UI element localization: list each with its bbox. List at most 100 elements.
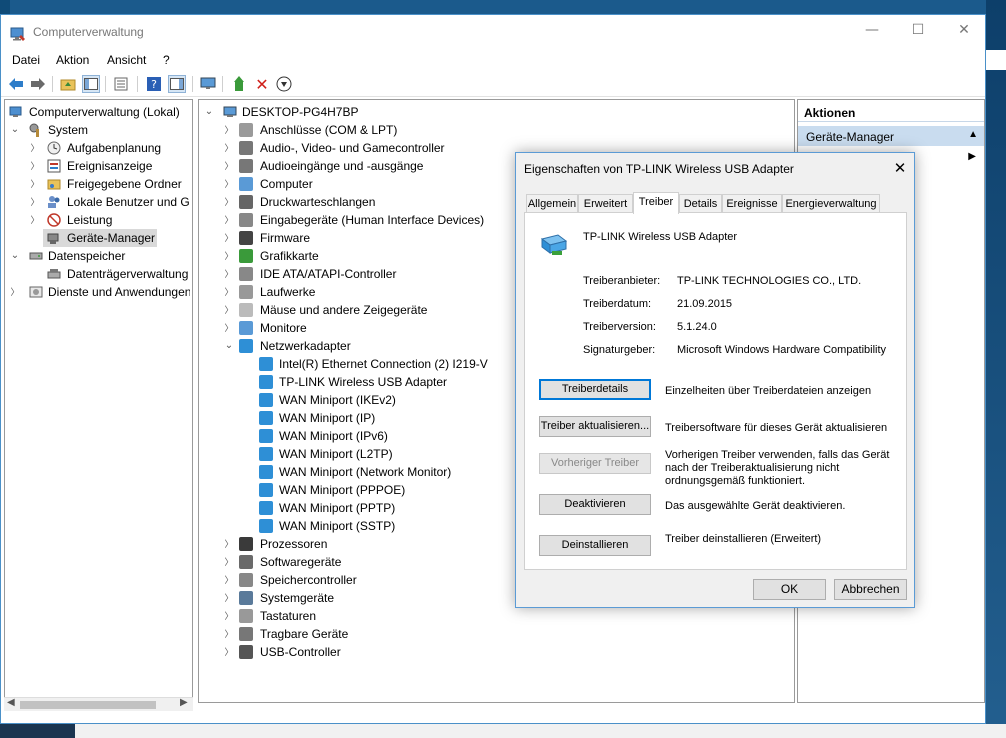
close-button[interactable]: ✕ <box>941 15 987 45</box>
tree-item-geraete-manager[interactable]: Geräte-Manager <box>43 229 157 247</box>
chevron-right-icon[interactable]: 〉 <box>29 139 41 157</box>
tab-details[interactable]: Details <box>679 194 722 213</box>
show-hide-tree-icon[interactable] <box>82 75 100 93</box>
uninstall-x-icon[interactable]: ✕ <box>253 75 271 94</box>
title-bar[interactable]: Computerverwaltung — ☐ ✕ <box>1 15 985 51</box>
chevron-down-icon[interactable]: ⌄ <box>203 103 215 121</box>
driver-details-button[interactable]: Treiberdetails <box>539 379 651 400</box>
chevron-right-icon[interactable]: 〉 <box>223 265 235 283</box>
uninstall-driver-button[interactable]: Deinstallieren <box>539 535 651 556</box>
chevron-down-icon[interactable]: ⌄ <box>9 121 21 139</box>
tab-treiber[interactable]: Treiber <box>633 192 679 214</box>
download-arrow-icon[interactable] <box>275 75 293 93</box>
dialog-title: Eigenschaften von TP-LINK Wireless USB A… <box>524 162 794 176</box>
chevron-right-icon[interactable]: 〉 <box>223 319 235 337</box>
chevron-right-icon[interactable]: 〉 <box>223 301 235 319</box>
dialog-close-button[interactable]: ✕ <box>888 157 912 181</box>
chevron-right-icon[interactable]: 〉 <box>223 193 235 211</box>
toolbar-separator <box>137 76 138 92</box>
chevron-down-icon[interactable]: ⌄ <box>223 337 235 355</box>
up-folder-icon[interactable] <box>59 75 77 93</box>
tree-item-freigegebene-ordner[interactable]: 〉 Freigegebene Ordner <box>29 175 190 193</box>
tab-erweitert[interactable]: Erweitert <box>578 194 633 213</box>
back-arrow-icon[interactable] <box>7 75 25 93</box>
chevron-down-icon[interactable]: ⌄ <box>9 247 21 265</box>
tree-label: Tragbare Geräte <box>260 627 349 641</box>
device-tree-root[interactable]: ⌄ DESKTOP-PG4H7BP <box>203 103 503 121</box>
tree-item-leistung[interactable]: 〉 Leistung <box>29 211 190 229</box>
chevron-right-icon[interactable]: 〉 <box>29 193 41 211</box>
chevron-right-icon[interactable]: 〉 <box>223 283 235 301</box>
uninstall-driver-description: Treiber deinstallieren (Erweitert) <box>665 533 822 545</box>
submenu-arrow-icon: ▶ <box>968 151 976 162</box>
chevron-right-icon[interactable]: 〉 <box>223 211 235 229</box>
forward-arrow-icon[interactable] <box>29 75 47 93</box>
menu-datei[interactable]: Datei <box>12 53 40 67</box>
tree-item-datenspeicher[interactable]: ⌄ Datenspeicher <box>9 247 190 265</box>
tree-item-lokale-benutzer[interactable]: 〉 Lokale Benutzer und Gru <box>29 193 190 211</box>
actions-section-label: Geräte-Manager <box>806 130 895 144</box>
driver-tab-panel: TP-LINK Wireless USB Adapter Treiberanbi… <box>524 212 907 570</box>
tree-item-root[interactable]: Computerverwaltung (Lokal) <box>5 103 190 121</box>
tree-item-ereignisanzeige[interactable]: 〉 Ereignisanzeige <box>29 157 190 175</box>
help-icon[interactable]: ? <box>145 75 163 93</box>
menu-ansicht[interactable]: Ansicht <box>107 53 146 67</box>
device-category-icon <box>239 195 253 209</box>
device-category[interactable]: 〉 Anschlüsse (COM & LPT) <box>223 121 789 139</box>
chevron-right-icon[interactable]: 〉 <box>223 643 235 661</box>
device-category[interactable]: 〉 Tragbare Geräte <box>223 625 789 643</box>
chevron-right-icon[interactable]: 〉 <box>223 139 235 157</box>
chevron-right-icon[interactable]: 〉 <box>223 607 235 625</box>
device-category-icon <box>239 591 253 605</box>
disable-device-button[interactable]: Deaktivieren <box>539 494 651 515</box>
chevron-right-icon[interactable]: 〉 <box>29 211 41 229</box>
device-category[interactable]: 〉 USB-Controller <box>223 643 789 661</box>
chevron-right-icon[interactable]: 〉 <box>29 157 41 175</box>
show-action-pane-icon[interactable] <box>168 75 186 93</box>
actions-section-geraete-manager[interactable]: Geräte-Manager ▲ <box>798 126 984 146</box>
collapse-up-icon[interactable]: ▲ <box>968 129 978 140</box>
field-label-treiberversion: Treiberversion: <box>583 321 656 333</box>
chevron-right-icon[interactable]: 〉 <box>223 247 235 265</box>
users-icon <box>48 196 60 208</box>
minimize-button[interactable]: — <box>849 15 895 45</box>
device-category[interactable]: 〉 Tastaturen <box>223 607 789 625</box>
ok-button[interactable]: OK <box>753 579 826 600</box>
chevron-right-icon[interactable]: 〉 <box>223 589 235 607</box>
rollback-driver-button[interactable]: Vorheriger Treiber <box>539 453 651 474</box>
chevron-right-icon[interactable]: 〉 <box>223 229 235 247</box>
tab-ereignisse[interactable]: Ereignisse <box>722 194 782 213</box>
chevron-right-icon[interactable]: 〉 <box>223 175 235 193</box>
tree-item-system[interactable]: ⌄ System <box>9 121 190 139</box>
tree-label: Leistung <box>67 213 113 227</box>
scroll-left-arrow-icon[interactable]: ◀ <box>7 697 15 708</box>
properties-sheet-icon[interactable] <box>112 75 130 93</box>
cancel-button[interactable]: Abbrechen <box>834 579 907 600</box>
chevron-right-icon[interactable]: 〉 <box>223 571 235 589</box>
tree-label: Audioeingänge und -ausgänge <box>260 159 424 173</box>
chevron-right-icon[interactable]: 〉 <box>223 625 235 643</box>
left-pane-horizontal-scrollbar[interactable]: ◀ ▶ <box>4 697 193 711</box>
maximize-button[interactable]: ☐ <box>895 15 941 45</box>
chevron-right-icon[interactable]: 〉 <box>223 121 235 139</box>
chevron-right-icon[interactable]: 〉 <box>29 175 41 193</box>
tab-allgemein[interactable]: Allgemein <box>526 194 578 213</box>
tree-label: Aufgabenplanung <box>67 141 162 155</box>
chevron-right-icon[interactable]: 〉 <box>223 535 235 553</box>
scrollbar-thumb[interactable] <box>20 701 156 709</box>
menu-help[interactable]: ? <box>163 53 170 67</box>
device-category-icon <box>239 267 253 281</box>
menu-aktion[interactable]: Aktion <box>56 53 89 67</box>
tree-item-aufgabenplanung[interactable]: 〉 Aufgabenplanung <box>29 139 190 157</box>
chevron-right-icon[interactable]: 〉 <box>9 283 21 301</box>
update-driver-button[interactable]: Treiber aktualisieren... <box>539 416 651 437</box>
tab-energieverwaltung[interactable]: Energieverwaltung <box>782 194 880 213</box>
chevron-right-icon[interactable]: 〉 <box>223 553 235 571</box>
update-driver-icon[interactable] <box>230 75 248 93</box>
tree-item-datentraegerverwaltung[interactable]: Datenträgerverwaltung <box>43 265 190 283</box>
scan-hardware-monitor-icon[interactable] <box>199 75 217 93</box>
tree-item-dienste[interactable]: 〉 Dienste und Anwendungen <box>9 283 190 301</box>
scroll-right-arrow-icon[interactable]: ▶ <box>180 697 188 708</box>
chevron-right-icon[interactable]: 〉 <box>223 157 235 175</box>
device-category-icon <box>239 285 253 299</box>
